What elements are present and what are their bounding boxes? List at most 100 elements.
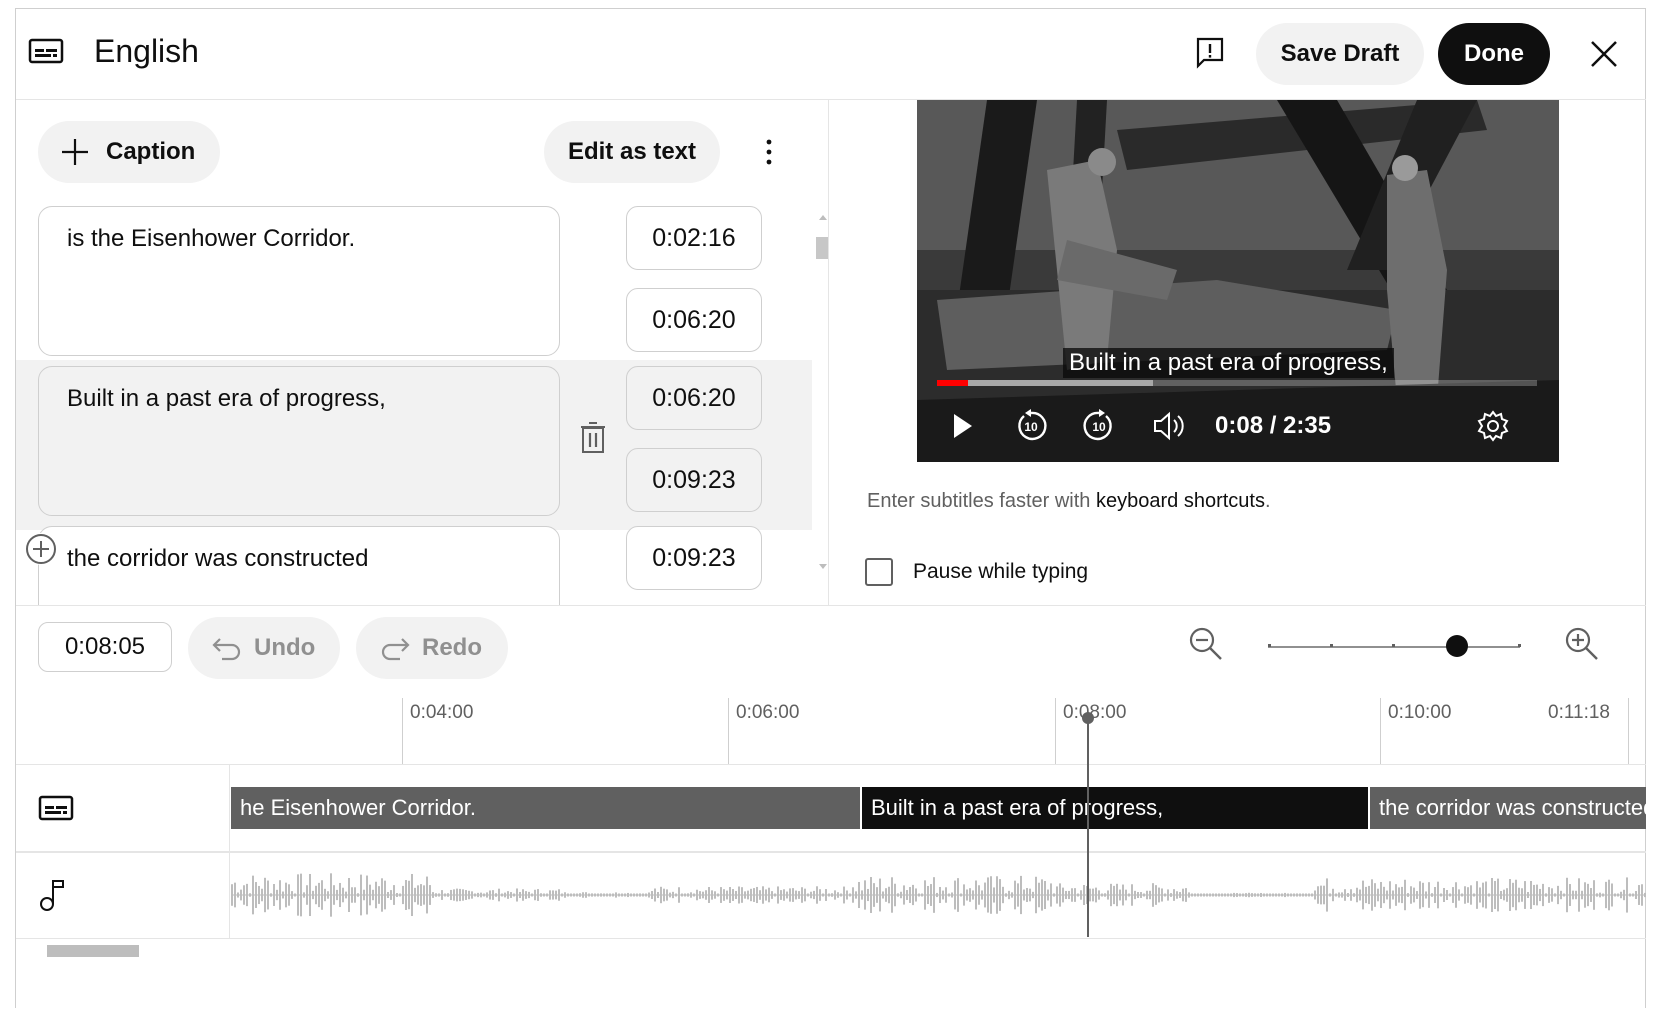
waveform-bar bbox=[852, 887, 854, 903]
waveform-bar bbox=[1065, 890, 1067, 900]
current-time-input[interactable]: 0:08:05 bbox=[38, 622, 172, 672]
waveform-bar bbox=[1443, 888, 1445, 902]
waveform-bar bbox=[603, 893, 605, 897]
waveform-bar bbox=[660, 886, 662, 904]
waveform-bar bbox=[1032, 891, 1034, 899]
waveform-bar bbox=[567, 893, 569, 897]
cue-start-time[interactable]: 0:06:20 bbox=[626, 366, 762, 430]
rewind-10-button[interactable]: 10 bbox=[1011, 406, 1051, 446]
waveform-bar bbox=[330, 873, 332, 917]
waveform-bar bbox=[411, 873, 413, 917]
more-options-button[interactable] bbox=[749, 132, 789, 172]
waveform-bar bbox=[1101, 893, 1103, 897]
cue-text-input[interactable]: is the Eisenhower Corridor. bbox=[38, 206, 560, 356]
close-icon bbox=[1591, 41, 1617, 67]
waveform-bar bbox=[1371, 879, 1373, 911]
waveform-bar bbox=[921, 893, 923, 897]
waveform-bar bbox=[1002, 886, 1004, 904]
waveform-bar bbox=[495, 893, 497, 897]
zoom-out-button[interactable] bbox=[1188, 626, 1228, 666]
done-button[interactable]: Done bbox=[1438, 23, 1550, 85]
zoom-in-button[interactable] bbox=[1564, 626, 1604, 666]
volume-button[interactable] bbox=[1149, 406, 1189, 446]
play-icon bbox=[954, 414, 972, 438]
music-note-icon bbox=[40, 880, 64, 911]
hint-text: Enter subtitles faster with bbox=[867, 490, 1096, 512]
undo-button[interactable]: Undo bbox=[188, 617, 340, 679]
waveform-bar bbox=[1074, 888, 1076, 902]
caption-segment[interactable]: he Eisenhower Corridor. bbox=[231, 787, 860, 829]
forward-10-button[interactable]: 10 bbox=[1079, 406, 1119, 446]
waveform-bar bbox=[630, 893, 632, 897]
waveform-bar bbox=[684, 893, 686, 897]
redo-button[interactable]: Redo bbox=[356, 617, 508, 679]
gear-icon bbox=[1477, 410, 1509, 442]
waveform-bar bbox=[1353, 893, 1355, 897]
waveform-bar bbox=[1179, 892, 1181, 898]
insert-cue-button[interactable] bbox=[25, 533, 57, 565]
waveform-bar bbox=[723, 889, 725, 901]
waveform-bar bbox=[1461, 893, 1463, 897]
play-button[interactable] bbox=[943, 406, 983, 446]
waveform-bar bbox=[735, 890, 737, 900]
cue-text-input[interactable]: Built in a past era of progress, bbox=[38, 366, 560, 516]
pause-while-typing-checkbox[interactable] bbox=[865, 558, 893, 586]
waveform-bar bbox=[552, 890, 554, 900]
waveform-bar bbox=[1215, 893, 1217, 897]
timeline-scrollbar[interactable] bbox=[47, 945, 139, 957]
waveform-bar bbox=[930, 884, 932, 906]
waveform-bar bbox=[1485, 881, 1487, 909]
waveform-bar bbox=[1323, 885, 1325, 905]
waveform-bar bbox=[1227, 893, 1229, 897]
cue-text-input[interactable]: the corridor was constructed bbox=[38, 526, 560, 605]
ruler-tick bbox=[728, 698, 729, 764]
waveform-bar bbox=[624, 893, 626, 897]
waveform-bar bbox=[1113, 885, 1115, 905]
waveform-bar bbox=[1362, 880, 1364, 910]
waveform-bar bbox=[987, 877, 989, 913]
edit-as-text-button[interactable]: Edit as text bbox=[544, 121, 720, 183]
ruler-tick bbox=[1055, 698, 1056, 764]
waveform-bar bbox=[1419, 881, 1421, 909]
audio-track bbox=[16, 852, 1646, 939]
cue-start-time[interactable]: 0:02:16 bbox=[626, 206, 762, 270]
settings-button[interactable] bbox=[1473, 406, 1513, 446]
caption-segment[interactable]: the corridor was constructed bbox=[1370, 787, 1646, 829]
timeline-ruler[interactable]: 0:04:00 0:06:00 0:08:00 0:10:00 0:11:18 bbox=[16, 688, 1646, 765]
waveform-bar bbox=[732, 889, 734, 901]
waveform-bar bbox=[783, 889, 785, 901]
waveform-bar bbox=[1044, 880, 1046, 910]
caption-segment-active[interactable]: Built in a past era of progress, bbox=[862, 787, 1368, 829]
waveform-bar bbox=[1242, 893, 1244, 897]
playhead[interactable] bbox=[1087, 714, 1089, 937]
playhead-handle[interactable] bbox=[1082, 712, 1094, 724]
waveform-bar bbox=[909, 887, 911, 903]
save-draft-button[interactable]: Save Draft bbox=[1256, 23, 1424, 85]
keyboard-shortcuts-link[interactable]: keyboard shortcuts bbox=[1096, 490, 1265, 512]
feedback-button[interactable] bbox=[1190, 31, 1230, 75]
waveform-bar bbox=[321, 880, 323, 910]
close-button[interactable] bbox=[1584, 34, 1624, 74]
cue-list-scrollbar[interactable] bbox=[814, 212, 828, 592]
waveform-bar bbox=[459, 888, 461, 902]
ruler-tick bbox=[402, 698, 403, 764]
waveform-bar bbox=[1287, 893, 1289, 897]
waveform-bar bbox=[1614, 893, 1616, 897]
waveform-bar bbox=[771, 891, 773, 899]
cue-end-time[interactable]: 0:09:23 bbox=[626, 448, 762, 512]
delete-cue-button[interactable] bbox=[578, 420, 608, 456]
waveform-bar bbox=[1029, 888, 1031, 902]
waveform-bar bbox=[1464, 886, 1466, 904]
cue-start-time[interactable]: 0:09:23 bbox=[626, 526, 762, 590]
waveform-bar bbox=[1521, 888, 1523, 902]
waveform-bar bbox=[1176, 891, 1178, 899]
waveform-bar bbox=[645, 893, 647, 897]
waveform-bar bbox=[1017, 883, 1019, 907]
waveform-bar bbox=[1431, 893, 1433, 897]
scrollbar-thumb[interactable] bbox=[816, 237, 828, 259]
video-player[interactable]: Built in a past era of progress, 10 10 0… bbox=[917, 100, 1559, 462]
cue-end-time[interactable]: 0:06:20 bbox=[626, 288, 762, 352]
add-caption-button[interactable]: Caption bbox=[38, 121, 220, 183]
zoom-slider-knob[interactable] bbox=[1446, 635, 1468, 657]
waveform-bar bbox=[1068, 890, 1070, 900]
